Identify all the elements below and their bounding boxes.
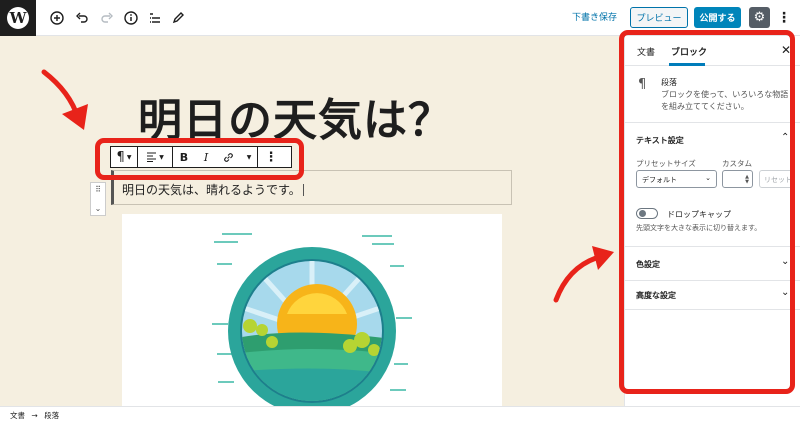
sun-landscape-illustration — [212, 233, 412, 406]
sidebar-highlight-box — [619, 30, 795, 394]
block-mover[interactable]: ⠿ ⌄ — [90, 182, 106, 216]
wordpress-logo-icon: W — [7, 7, 29, 29]
editor-canvas: 明日の天気は？ ¶ ▼ ▼ B I ▼ ⋮ 明日の天気は、晴れるようです。 ⠿ ⌄ — [0, 36, 624, 406]
gear-icon: ⚙ — [753, 10, 766, 25]
image-block[interactable] — [122, 214, 502, 406]
more-menu-button[interactable]: ⋮ — [777, 7, 791, 28]
plus-circle-icon[interactable] — [47, 8, 67, 28]
drag-handle-icon[interactable]: ⠿ — [95, 185, 101, 194]
list-icon[interactable] — [145, 8, 165, 28]
info-icon[interactable] — [121, 8, 141, 28]
wordpress-logo-button[interactable]: W — [0, 0, 36, 36]
breadcrumb: 文書 → 段落 — [0, 406, 800, 422]
more-vertical-icon: ⋮ — [777, 9, 791, 26]
breadcrumb-document[interactable]: 文書 — [10, 411, 25, 420]
arrow-right-icon: → — [31, 411, 38, 420]
save-draft-button[interactable]: 下書き保存 — [572, 10, 617, 23]
settings-button[interactable]: ⚙ — [749, 7, 770, 28]
toolbar-highlight-box — [95, 138, 304, 180]
undo-icon[interactable] — [72, 8, 92, 28]
preview-button[interactable]: プレビュー — [630, 7, 688, 28]
pencil-icon[interactable] — [168, 8, 188, 28]
publish-button[interactable]: 公開する — [694, 7, 741, 28]
paragraph-text: 明日の天気は、晴れるようです。 — [122, 183, 301, 197]
chevron-down-icon[interactable]: ⌄ — [95, 204, 102, 213]
redo-icon[interactable] — [97, 8, 117, 28]
breadcrumb-paragraph[interactable]: 段落 — [44, 411, 59, 420]
text-cursor — [302, 184, 304, 196]
